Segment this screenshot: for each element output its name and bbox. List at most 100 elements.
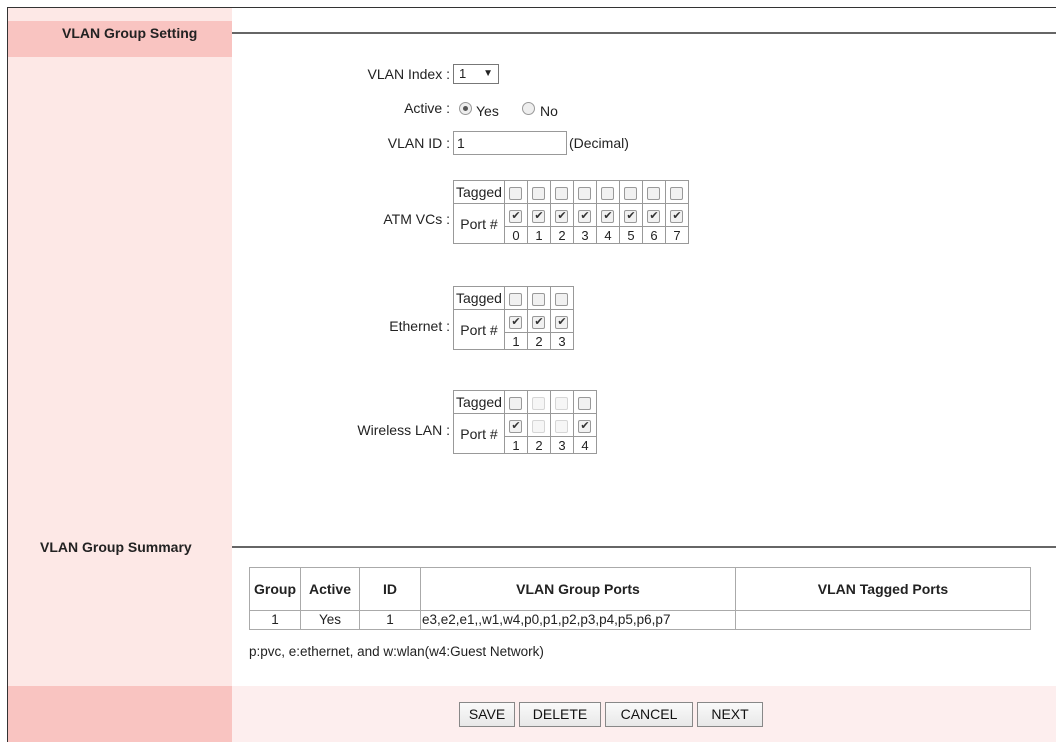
atm-member-checkbox[interactable]: ✔ [509,209,523,223]
ethernet-tagged-checkbox[interactable] [509,292,523,306]
atm-tagged-checkbox[interactable] [647,186,661,200]
wlan-tagged-cell [526,390,551,414]
wlan-member-cell: ✔ [572,413,597,437]
vlan-index-label: VLAN Index : [367,66,451,82]
atm-member-cell: ✔ [572,203,597,227]
port-legend-note: p:pvc, e:ethernet, and w:wlan(w4:Guest N… [249,644,544,659]
vlan-id-hint: (Decimal) [569,135,629,151]
wlan-port-number: 4 [572,436,597,454]
wlan-port-number: 1 [503,436,528,454]
summary-section-title: VLAN Group Summary [40,539,192,555]
atm-port-number: 5 [618,226,643,244]
wlan-member-checkbox[interactable]: ✔ [578,419,592,433]
atm-tagged-checkbox[interactable] [670,186,684,200]
atm-member-cell: ✔ [526,203,551,227]
atm-tagged-checkbox[interactable] [555,186,569,200]
wlan-member-checkbox [532,419,546,433]
column-header-tagged-ports: VLAN Tagged Ports [735,567,1031,611]
atm-tagged-checkbox[interactable] [601,186,615,200]
port-header: Port # [453,203,505,244]
atm-member-cell: ✔ [641,203,666,227]
atm-member-cell: ✔ [549,203,574,227]
vlan-index-value: 1 [459,66,467,81]
wlan-tagged-checkbox [532,396,546,410]
atm-member-checkbox[interactable]: ✔ [555,209,569,223]
ethernet-member-checkbox[interactable]: ✔ [555,315,569,329]
atm-port-number: 3 [572,226,597,244]
atm-tagged-cell [618,180,643,204]
vlan-id-input[interactable]: 1 [453,131,567,155]
atm-member-checkbox[interactable]: ✔ [578,209,592,223]
atm-member-checkbox[interactable]: ✔ [670,209,684,223]
footer-band-left [8,686,232,742]
tagged-header: Tagged [453,286,505,310]
cell-group-ports: e3,e2,e1,,w1,w4,p0,p1,p2,p3,p4,p5,p6,p7 [420,610,736,630]
atm-member-checkbox[interactable]: ✔ [647,209,661,223]
atm-port-number: 6 [641,226,666,244]
cell-group: 1 [249,610,301,630]
atm-member-cell: ✔ [618,203,643,227]
wlan-member-cell: ✔ [503,413,528,437]
active-label: Active : [404,100,450,116]
delete-button[interactable]: DELETE [519,702,601,727]
wireless-lan-table: Tagged Port # ✔ ✔ 1234 [453,390,597,454]
setting-section-title: VLAN Group Setting [62,25,198,41]
atm-tagged-cell [595,180,620,204]
save-button[interactable]: SAVE [459,702,515,727]
ethernet-member-cell: ✔ [549,309,574,333]
vlan-index-select[interactable]: 1 ▼ [453,64,499,84]
wlan-tagged-checkbox[interactable] [509,396,523,410]
cancel-button[interactable]: CANCEL [605,702,693,727]
column-header-active: Active [300,567,360,611]
atm-tagged-cell [572,180,597,204]
ethernet-member-cell: ✔ [503,309,528,333]
column-header-group-ports: VLAN Group Ports [420,567,736,611]
atm-member-checkbox[interactable]: ✔ [624,209,638,223]
ethernet-label: Ethernet : [389,318,450,334]
wlan-tagged-checkbox [555,396,569,410]
atm-port-number: 7 [664,226,689,244]
wlan-member-checkbox[interactable]: ✔ [509,419,523,433]
tagged-header: Tagged [453,390,505,414]
wlan-tagged-checkbox[interactable] [578,396,592,410]
cell-active: Yes [300,610,360,630]
atm-tagged-checkbox[interactable] [624,186,638,200]
ethernet-port-number: 1 [503,332,528,350]
ethernet-tagged-checkbox[interactable] [532,292,546,306]
chevron-down-icon: ▼ [483,68,493,79]
atm-tagged-checkbox[interactable] [532,186,546,200]
atm-tagged-checkbox[interactable] [509,186,523,200]
active-no-label: No [540,103,558,119]
atm-tagged-cell [549,180,574,204]
column-header-id: ID [359,567,421,611]
atm-tagged-checkbox[interactable] [578,186,592,200]
atm-tagged-cell [641,180,666,204]
atm-port-number: 1 [526,226,551,244]
atm-member-checkbox[interactable]: ✔ [601,209,615,223]
wlan-member-cell [549,413,574,437]
atm-member-cell: ✔ [503,203,528,227]
vlan-id-label: VLAN ID : [387,135,450,151]
atm-member-cell: ✔ [664,203,689,227]
ethernet-member-cell: ✔ [526,309,551,333]
ethernet-tagged-checkbox[interactable] [555,292,569,306]
active-no-radio[interactable] [522,102,535,115]
atm-tagged-cell [664,180,689,204]
cell-tagged-ports [735,610,1031,630]
ethernet-member-checkbox[interactable]: ✔ [532,315,546,329]
atm-port-number: 0 [503,226,528,244]
port-header: Port # [453,309,505,350]
ethernet-member-checkbox[interactable]: ✔ [509,315,523,329]
ethernet-tagged-cell [549,286,574,310]
active-yes-radio[interactable] [459,102,472,115]
ethernet-tagged-cell [526,286,551,310]
atm-port-number: 2 [549,226,574,244]
wlan-port-number: 3 [549,436,574,454]
atm-member-checkbox[interactable]: ✔ [532,209,546,223]
atm-port-number: 4 [595,226,620,244]
column-header-group: Group [249,567,301,611]
wlan-tagged-cell [549,390,574,414]
ethernet-table: Tagged Port # ✔ ✔ ✔ 123 [453,286,574,350]
summary-divider [232,546,1056,548]
next-button[interactable]: NEXT [697,702,763,727]
